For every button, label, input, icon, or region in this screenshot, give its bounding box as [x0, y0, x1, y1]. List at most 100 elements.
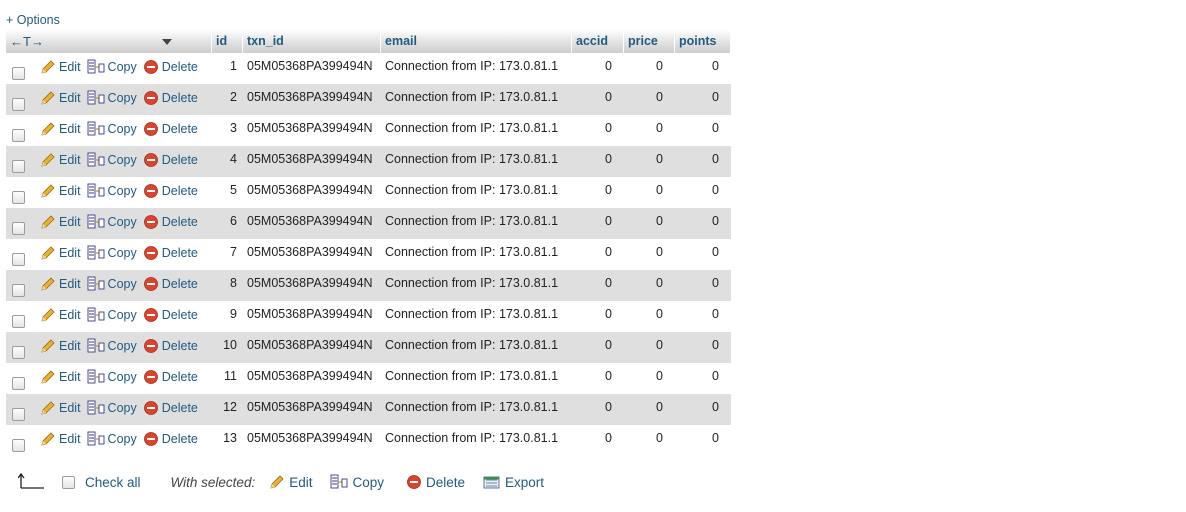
row-copy-button[interactable]: Copy [87, 338, 137, 354]
cell-points: 0 [675, 394, 731, 425]
row-edit-button[interactable]: Edit [40, 183, 81, 199]
table-row: Edit Copy Delete 10 05M05368PA399494N Connect… [6, 332, 731, 363]
row-delete-button[interactable]: Delete [143, 307, 198, 323]
row-edit-button[interactable]: Edit [40, 276, 81, 292]
cell-id: 6 [212, 208, 243, 239]
cell-price: 0 [624, 53, 675, 84]
row-delete-button[interactable]: Delete [143, 183, 198, 199]
row-delete-label: Delete [161, 308, 198, 322]
copy-icon [87, 90, 104, 105]
row-copy-button[interactable]: Copy [87, 59, 137, 75]
row-delete-label: Delete [161, 339, 198, 353]
row-checkbox[interactable] [12, 221, 25, 235]
column-header-email[interactable]: email [381, 29, 572, 53]
column-menu-dropdown-icon[interactable] [161, 39, 172, 46]
delete-icon [143, 122, 158, 136]
table-row: Edit Copy Delete 8 05M05368PA399494N Connecti… [6, 270, 731, 301]
check-all-checkbox[interactable] [62, 475, 75, 489]
row-edit-button[interactable]: Edit [40, 369, 81, 385]
row-checkbox[interactable] [12, 252, 25, 266]
row-delete-button[interactable]: Delete [143, 152, 198, 168]
cell-points: 0 [675, 332, 731, 363]
row-delete-button[interactable]: Delete [143, 90, 198, 106]
row-checkbox[interactable] [12, 407, 25, 421]
row-checkbox[interactable] [12, 376, 25, 390]
row-checkbox[interactable] [12, 314, 25, 328]
row-checkbox[interactable] [12, 66, 25, 80]
cell-txn-id: 05M05368PA399494N [243, 146, 381, 177]
copy-icon [87, 400, 104, 415]
table-row: Edit Copy Delete 5 05M05368PA399494N Connecti… [6, 177, 731, 208]
column-header-txn-id[interactable]: txn_id [243, 29, 381, 53]
row-checkbox[interactable] [12, 128, 25, 142]
row-delete-button[interactable]: Delete [143, 214, 198, 230]
cell-email: Connection from IP: 173.0.81.1 [381, 239, 572, 270]
row-checkbox[interactable] [12, 190, 25, 204]
row-copy-button[interactable]: Copy [87, 245, 137, 261]
row-copy-button[interactable]: Copy [87, 152, 137, 168]
delete-icon [143, 401, 158, 415]
table-row: Edit Copy Delete 9 05M05368PA399494N Connecti… [6, 301, 731, 332]
row-copy-button[interactable]: Copy [87, 369, 137, 385]
row-copy-button[interactable]: Copy [87, 307, 137, 323]
row-delete-button[interactable]: Delete [143, 400, 198, 416]
row-copy-button[interactable]: Copy [87, 183, 137, 199]
cell-txn-id: 05M05368PA399494N [243, 363, 381, 394]
bulk-copy-button[interactable]: Copy [330, 474, 384, 490]
row-checkbox[interactable] [12, 283, 25, 297]
row-delete-button[interactable]: Delete [143, 245, 198, 261]
cell-price: 0 [624, 177, 675, 208]
row-edit-button[interactable]: Edit [40, 431, 81, 447]
cell-email: Connection from IP: 173.0.81.1 [381, 332, 572, 363]
bulk-actions-bar: Check all With selected: Edit Copy Delet… [17, 472, 544, 492]
row-edit-button[interactable]: Edit [40, 338, 81, 354]
pencil-icon [41, 60, 55, 74]
row-copy-button[interactable]: Copy [87, 214, 137, 230]
row-edit-label: Edit [59, 246, 81, 260]
row-edit-button[interactable]: Edit [40, 121, 81, 137]
row-edit-label: Edit [59, 215, 81, 229]
row-edit-button[interactable]: Edit [40, 90, 81, 106]
row-delete-button[interactable]: Delete [143, 369, 198, 385]
row-delete-button[interactable]: Delete [143, 338, 198, 354]
row-edit-button[interactable]: Edit [40, 59, 81, 75]
column-resize-arrows-icon[interactable]: ←T→ [10, 34, 44, 49]
cell-accid: 0 [572, 301, 624, 332]
row-copy-button[interactable]: Copy [87, 431, 137, 447]
row-checkbox[interactable] [12, 159, 25, 173]
bulk-delete-button[interactable]: Delete [406, 474, 465, 490]
pencil-icon [41, 215, 55, 229]
options-link[interactable]: + Options [6, 13, 60, 27]
row-copy-button[interactable]: Copy [87, 276, 137, 292]
row-copy-button[interactable]: Copy [87, 400, 137, 416]
check-all-link[interactable]: Check all [85, 475, 141, 490]
header-row: ←T→ id txn_id email accid price points [6, 29, 731, 53]
cell-id: 2 [212, 84, 243, 115]
row-edit-button[interactable]: Edit [40, 152, 81, 168]
row-edit-button[interactable]: Edit [40, 400, 81, 416]
row-edit-button[interactable]: Edit [40, 214, 81, 230]
row-checkbox[interactable] [12, 438, 25, 452]
cell-txn-id: 05M05368PA399494N [243, 425, 381, 456]
row-delete-button[interactable]: Delete [143, 121, 198, 137]
row-checkbox[interactable] [12, 97, 25, 111]
row-copy-button[interactable]: Copy [87, 121, 137, 137]
bulk-delete-label: Delete [425, 474, 466, 490]
row-edit-button[interactable]: Edit [40, 307, 81, 323]
row-delete-button[interactable]: Delete [143, 276, 198, 292]
row-edit-button[interactable]: Edit [40, 245, 81, 261]
row-delete-button[interactable]: Delete [143, 59, 198, 75]
row-delete-button[interactable]: Delete [143, 431, 198, 447]
column-header-points[interactable]: points [675, 29, 731, 53]
bulk-edit-button[interactable]: Edit [269, 474, 312, 490]
row-actions: Edit Copy Delete [6, 115, 212, 146]
cell-accid: 0 [572, 115, 624, 146]
row-delete-label: Delete [161, 370, 198, 384]
bulk-export-button[interactable]: Export [483, 474, 544, 490]
delete-icon [407, 475, 421, 489]
row-checkbox[interactable] [12, 345, 25, 359]
column-header-accid[interactable]: accid [572, 29, 624, 53]
column-header-id[interactable]: id [212, 29, 243, 53]
row-copy-button[interactable]: Copy [87, 90, 137, 106]
column-header-price[interactable]: price [624, 29, 675, 53]
